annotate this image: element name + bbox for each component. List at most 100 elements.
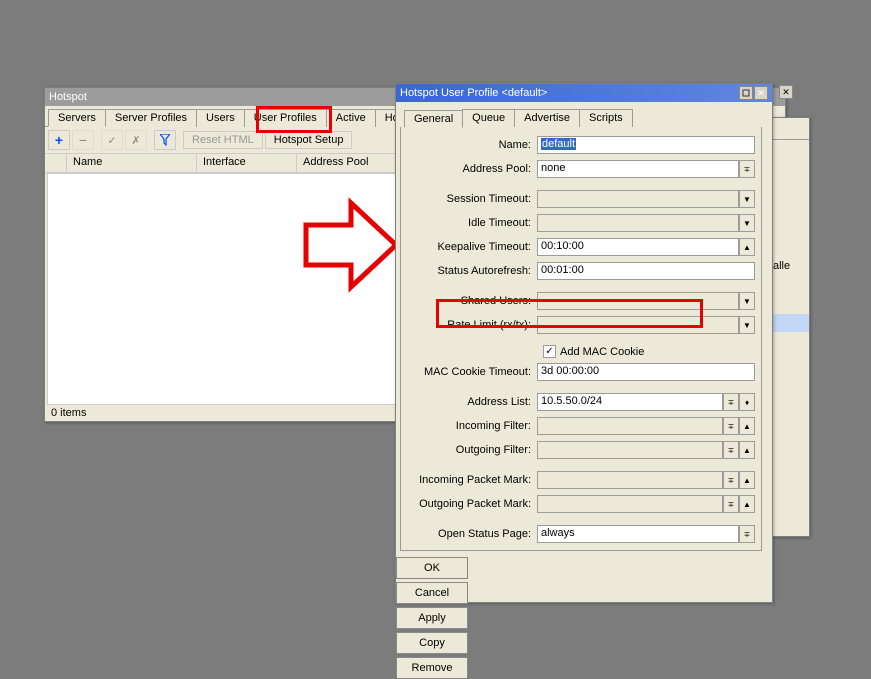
address-list-dropdown-icon[interactable]: ∓ bbox=[723, 393, 739, 411]
incoming-packet-mark-dropdown-icon[interactable]: ∓ bbox=[723, 471, 739, 489]
tab-server-profiles[interactable]: Server Profiles bbox=[105, 109, 197, 127]
status-autorefresh-label: Status Autorefresh: bbox=[407, 265, 537, 277]
row-address-pool: Address Pool: none ∓ bbox=[407, 159, 755, 179]
incoming-filter-toggle-icon[interactable]: ▲ bbox=[739, 417, 755, 435]
outgoing-packet-mark-input[interactable] bbox=[537, 495, 723, 513]
dialog-button-column: OK Cancel Apply Copy Remove bbox=[396, 555, 471, 679]
profile-dialog: Hotspot User Profile <default> ✕ General… bbox=[395, 83, 773, 603]
address-list-label: Address List: bbox=[407, 396, 537, 408]
incoming-packet-mark-input[interactable] bbox=[537, 471, 723, 489]
keepalive-timeout-input[interactable]: 00:10:00 bbox=[537, 238, 739, 256]
tab-users[interactable]: Users bbox=[196, 109, 245, 127]
name-input[interactable]: default bbox=[537, 136, 755, 154]
mac-cookie-timeout-label: MAC Cookie Timeout: bbox=[407, 366, 537, 378]
hotspot-title: Hotspot bbox=[49, 91, 87, 103]
side-window-fragment: alle bbox=[770, 117, 810, 537]
row-open-status-page: Open Status Page: always ∓ bbox=[407, 524, 755, 544]
dialog-titlebar: Hotspot User Profile <default> ✕ bbox=[396, 84, 772, 102]
dialog-title: Hotspot User Profile <default> bbox=[400, 87, 547, 99]
close-button[interactable]: ✕ bbox=[754, 86, 768, 100]
hotspot-setup-button[interactable]: Hotspot Setup bbox=[265, 131, 353, 149]
remove-dialog-button[interactable]: Remove bbox=[396, 657, 468, 679]
remove-button[interactable]: − bbox=[72, 130, 94, 150]
row-outgoing-packet-mark: Outgoing Packet Mark: ∓ ▲ bbox=[407, 494, 755, 514]
row-outgoing-filter: Outgoing Filter: ∓ ▲ bbox=[407, 440, 755, 460]
row-mac-cookie-timeout: MAC Cookie Timeout: 3d 00:00:00 bbox=[407, 362, 755, 382]
address-list-input[interactable]: 10.5.50.0/24 bbox=[537, 393, 723, 411]
outgoing-packet-mark-toggle-icon[interactable]: ▲ bbox=[739, 495, 755, 513]
incoming-filter-input[interactable] bbox=[537, 417, 723, 435]
outgoing-filter-toggle-icon[interactable]: ▲ bbox=[739, 441, 755, 459]
tab-servers[interactable]: Servers bbox=[48, 109, 106, 127]
copy-button[interactable]: Copy bbox=[396, 632, 468, 654]
add-mac-cookie-checkbox[interactable]: ✓ bbox=[543, 345, 556, 358]
row-rate-limit: Rate Limit (rx/tx): ▼ bbox=[407, 315, 755, 335]
idle-timeout-input[interactable] bbox=[537, 214, 739, 232]
tab-user-profiles[interactable]: User Profiles bbox=[244, 109, 327, 127]
incoming-packet-mark-toggle-icon[interactable]: ▲ bbox=[739, 471, 755, 489]
session-timeout-input[interactable] bbox=[537, 190, 739, 208]
shared-users-input[interactable] bbox=[537, 292, 739, 310]
keepalive-timeout-label: Keepalive Timeout: bbox=[407, 241, 537, 253]
row-idle-timeout: Idle Timeout: ▼ bbox=[407, 213, 755, 233]
row-incoming-packet-mark: Incoming Packet Mark: ∓ ▲ bbox=[407, 470, 755, 490]
incoming-filter-dropdown-icon[interactable]: ∓ bbox=[723, 417, 739, 435]
outgoing-filter-input[interactable] bbox=[537, 441, 723, 459]
row-add-mac-cookie: ✓ Add MAC Cookie bbox=[407, 345, 755, 358]
open-status-page-dropdown-icon[interactable]: ∓ bbox=[739, 525, 755, 543]
row-session-timeout: Session Timeout: ▼ bbox=[407, 189, 755, 209]
idle-timeout-toggle-icon[interactable]: ▼ bbox=[739, 214, 755, 232]
address-pool-input[interactable]: none bbox=[537, 160, 739, 178]
shared-users-toggle-icon[interactable]: ▼ bbox=[739, 292, 755, 310]
add-mac-cookie-label: Add MAC Cookie bbox=[560, 346, 644, 358]
session-timeout-label: Session Timeout: bbox=[407, 193, 537, 205]
mac-cookie-timeout-input[interactable]: 3d 00:00:00 bbox=[537, 363, 755, 381]
extra-close-icon[interactable]: ✕ bbox=[779, 85, 793, 99]
reset-html-button[interactable]: Reset HTML bbox=[183, 131, 263, 149]
row-address-list: Address List: 10.5.50.0/24 ∓ ♦ bbox=[407, 392, 755, 412]
incoming-packet-mark-label: Incoming Packet Mark: bbox=[407, 474, 537, 486]
outgoing-filter-dropdown-icon[interactable]: ∓ bbox=[723, 441, 739, 459]
row-shared-users: Shared Users: ▼ bbox=[407, 291, 755, 311]
col-interface[interactable]: Interface bbox=[197, 154, 297, 172]
address-list-spinner-icon[interactable]: ♦ bbox=[739, 393, 755, 411]
outgoing-packet-mark-dropdown-icon[interactable]: ∓ bbox=[723, 495, 739, 513]
address-pool-label: Address Pool: bbox=[407, 163, 537, 175]
name-label: Name: bbox=[407, 139, 537, 151]
keepalive-timeout-toggle-icon[interactable]: ▲ bbox=[739, 238, 755, 256]
row-keepalive-timeout: Keepalive Timeout: 00:10:00 ▲ bbox=[407, 237, 755, 257]
dialog-tab-queue[interactable]: Queue bbox=[462, 109, 515, 127]
session-timeout-toggle-icon[interactable]: ▼ bbox=[739, 190, 755, 208]
tab-active[interactable]: Active bbox=[326, 109, 376, 127]
row-name: Name: default bbox=[407, 135, 755, 155]
ok-button[interactable]: OK bbox=[396, 557, 468, 579]
address-pool-dropdown-icon[interactable]: ∓ bbox=[739, 160, 755, 178]
outgoing-packet-mark-label: Outgoing Packet Mark: bbox=[407, 498, 537, 510]
add-button[interactable]: + bbox=[48, 130, 70, 150]
open-status-page-input[interactable]: always bbox=[537, 525, 739, 543]
arrow-annotation bbox=[296, 195, 406, 295]
status-autorefresh-input[interactable]: 00:01:00 bbox=[537, 262, 755, 280]
row-status-autorefresh: Status Autorefresh: 00:01:00 bbox=[407, 261, 755, 281]
apply-button[interactable]: Apply bbox=[396, 607, 468, 629]
idle-timeout-label: Idle Timeout: bbox=[407, 217, 537, 229]
filter-button[interactable] bbox=[154, 130, 176, 150]
row-incoming-filter: Incoming Filter: ∓ ▲ bbox=[407, 416, 755, 436]
rate-limit-input[interactable] bbox=[537, 316, 739, 334]
shared-users-label: Shared Users: bbox=[407, 295, 537, 307]
dialog-tabs: General Queue Advertise Scripts bbox=[400, 106, 762, 127]
rate-limit-toggle-icon[interactable]: ▼ bbox=[739, 316, 755, 334]
outgoing-filter-label: Outgoing Filter: bbox=[407, 444, 537, 456]
enable-button[interactable]: ✓ bbox=[101, 130, 123, 150]
disable-button[interactable]: ✗ bbox=[125, 130, 147, 150]
incoming-filter-label: Incoming Filter: bbox=[407, 420, 537, 432]
minimize-button[interactable] bbox=[739, 86, 753, 100]
side-text: alle bbox=[771, 258, 809, 274]
cancel-button[interactable]: Cancel bbox=[396, 582, 468, 604]
col-name[interactable]: Name bbox=[67, 154, 197, 172]
col-address-pool[interactable]: Address Pool bbox=[297, 154, 397, 172]
dialog-tab-general[interactable]: General bbox=[404, 110, 463, 128]
dialog-tab-scripts[interactable]: Scripts bbox=[579, 109, 633, 127]
open-status-page-label: Open Status Page: bbox=[407, 528, 537, 540]
dialog-tab-advertise[interactable]: Advertise bbox=[514, 109, 580, 127]
